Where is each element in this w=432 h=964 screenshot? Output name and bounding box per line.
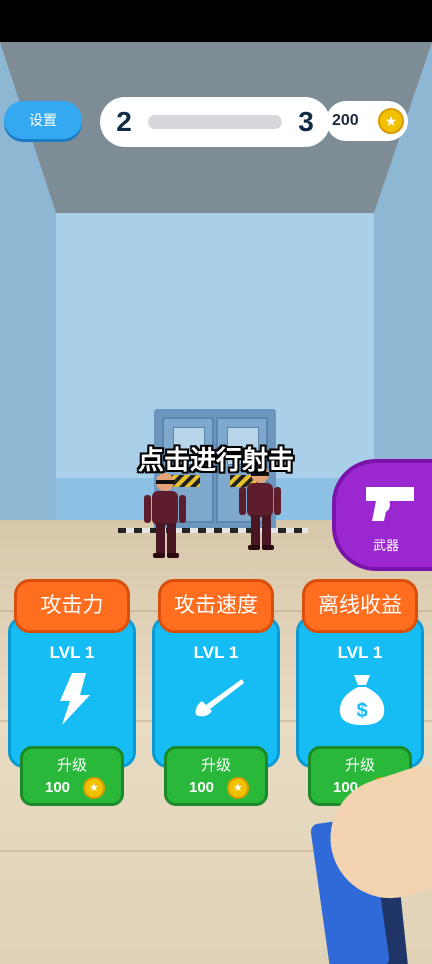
pistol-icon bbox=[366, 487, 414, 521]
enemy-agent[interactable] bbox=[239, 465, 281, 551]
enemy-leg bbox=[262, 515, 271, 547]
money-bag-icon: $ bbox=[339, 675, 385, 725]
enemy-shoe bbox=[153, 553, 165, 558]
progress-track bbox=[148, 115, 282, 129]
coin-icon: ★ bbox=[227, 777, 249, 799]
sunglasses bbox=[156, 480, 174, 484]
status-bar bbox=[0, 0, 432, 42]
card-level: LVL 1 bbox=[337, 643, 383, 662]
coin-counter: 200 ★ bbox=[326, 101, 408, 141]
card-level: LVL 1 bbox=[193, 643, 239, 662]
upgrade-cost: 100 bbox=[189, 779, 215, 796]
weapon-label: 武器 bbox=[372, 538, 399, 553]
enemy-agent[interactable] bbox=[144, 473, 186, 559]
upgrade-title-attack: 攻击力 bbox=[14, 579, 130, 633]
upgrade-title-offline-income: 离线收益 bbox=[302, 579, 418, 633]
enemy-leg bbox=[167, 523, 176, 555]
upgrade-label: 升级 bbox=[344, 757, 375, 774]
enemy-leg bbox=[251, 515, 260, 547]
coin-icon: ★ bbox=[83, 777, 105, 799]
upgrade-button-attack-speed[interactable]: 升级 100 ★ bbox=[164, 746, 268, 806]
enemy-leg bbox=[156, 523, 165, 555]
enemy-arm bbox=[179, 495, 186, 523]
enemy-arm bbox=[274, 487, 281, 515]
enemy-body bbox=[152, 491, 178, 525]
upgrade-label: 升级 bbox=[200, 757, 231, 774]
nail-icon bbox=[195, 679, 244, 717]
enemy-arm bbox=[239, 487, 246, 515]
next-level: 3 bbox=[298, 106, 314, 137]
level-progress: 2 3 bbox=[100, 97, 330, 147]
upgrade-cost: 100 bbox=[45, 779, 71, 796]
enemy-shoe bbox=[248, 545, 260, 550]
settings-button[interactable]: 设置 bbox=[4, 101, 82, 139]
coin-amount: 200 bbox=[332, 112, 359, 129]
enemy-body bbox=[247, 483, 273, 517]
card-level: LVL 1 bbox=[49, 643, 95, 662]
weapon-button[interactable]: 武器 bbox=[332, 459, 432, 571]
lightning-icon bbox=[60, 673, 90, 725]
game-scene[interactable]: 设置 2 3 200 ★ 点击进行射击 武器 LVL 1 攻击力 升级 100 … bbox=[0, 0, 432, 964]
svg-text:$: $ bbox=[356, 700, 367, 722]
enemy-arm bbox=[144, 495, 151, 523]
upgrade-label: 升级 bbox=[56, 757, 87, 774]
enemy-shoe bbox=[262, 545, 274, 550]
coin-icon: ★ bbox=[378, 108, 404, 134]
current-level: 2 bbox=[116, 106, 132, 137]
upgrade-title-attack-speed: 攻击速度 bbox=[158, 579, 274, 633]
upgrade-button-attack[interactable]: 升级 100 ★ bbox=[20, 746, 124, 806]
enemy-shoe bbox=[167, 553, 179, 558]
